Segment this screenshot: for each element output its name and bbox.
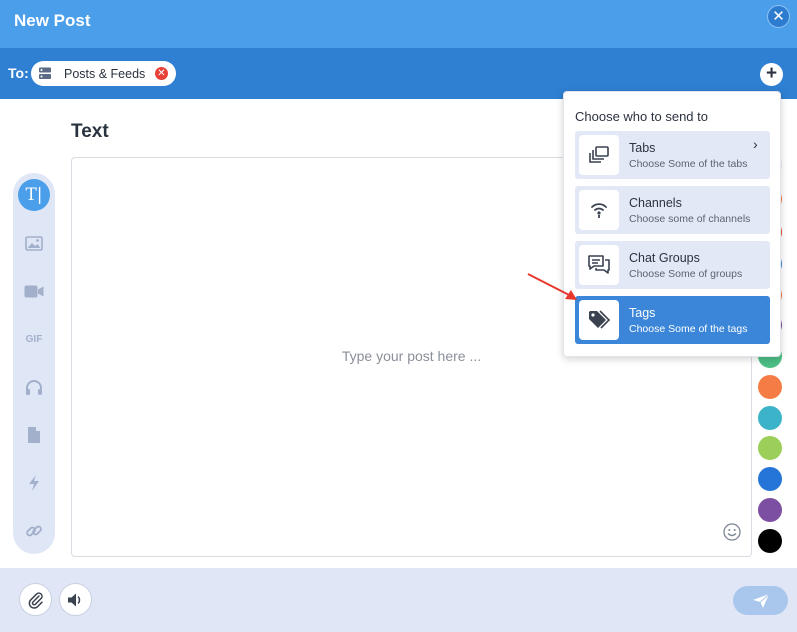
audio-button[interactable] <box>59 583 92 616</box>
server-icon <box>38 67 52 83</box>
plus-icon: + <box>765 63 778 84</box>
tag-icon <box>579 300 619 340</box>
close-button[interactable]: ✕ <box>767 5 790 28</box>
link-tool-button[interactable] <box>18 515 50 547</box>
emoji-button[interactable] <box>723 523 741 546</box>
chevron-right-icon: › <box>753 136 758 152</box>
recipient-chip[interactable]: Posts & Feeds ✕ <box>31 61 176 86</box>
color-swatch[interactable] <box>758 467 782 491</box>
video-camera-icon <box>24 285 44 297</box>
option-label: Channels <box>629 196 682 210</box>
paperclip-icon <box>28 591 43 609</box>
gif-icon: GIF <box>25 333 43 345</box>
send-button[interactable] <box>733 586 788 615</box>
option-channels[interactable]: Channels Choose some of channels <box>575 186 770 234</box>
title-bar: New Post ✕ <box>0 0 797 48</box>
audio-tool-button[interactable] <box>18 371 50 403</box>
speaker-icon <box>67 593 80 606</box>
color-swatch[interactable] <box>758 406 782 430</box>
document-icon <box>28 427 40 443</box>
broadcast-icon <box>579 190 619 230</box>
composer-footer <box>0 568 797 632</box>
video-tool-button[interactable] <box>18 275 50 307</box>
remove-recipient-icon[interactable]: ✕ <box>155 67 168 80</box>
headphones-icon <box>26 379 42 395</box>
recipient-chip-label: Posts & Feeds <box>64 67 146 81</box>
color-swatch[interactable] <box>758 375 782 399</box>
action-tool-button[interactable] <box>18 467 50 499</box>
close-icon: ✕ <box>772 8 785 25</box>
option-label: Tags <box>629 306 656 320</box>
smiley-icon <box>723 523 741 541</box>
dropdown-title: Choose who to send to <box>575 109 708 124</box>
gif-tool-button[interactable]: GIF <box>18 323 50 355</box>
color-swatch[interactable] <box>758 498 782 522</box>
option-chat-groups[interactable]: Chat Groups Choose Some of groups <box>575 241 770 289</box>
to-label: To: <box>8 65 29 81</box>
option-description: Choose Some of groups <box>629 268 743 280</box>
text-icon: T| <box>25 185 43 205</box>
option-tags[interactable]: Tags Choose Some of the tags <box>575 296 770 344</box>
window-title: New Post <box>14 11 91 30</box>
option-description: Choose some of channels <box>629 213 751 225</box>
add-recipient-button[interactable]: + <box>760 63 783 86</box>
option-tabs[interactable]: Tabs Choose Some of the tabs › <box>575 131 770 179</box>
tabs-icon <box>579 135 619 175</box>
color-swatch[interactable] <box>758 529 782 553</box>
color-swatch[interactable] <box>758 436 782 460</box>
image-tool-button[interactable] <box>18 227 50 259</box>
media-toolbar: T| GIF <box>13 173 55 554</box>
option-description: Choose Some of the tags <box>629 323 748 335</box>
option-description: Choose Some of the tabs <box>629 158 748 170</box>
option-label: Tabs <box>629 141 656 155</box>
image-icon <box>25 235 43 251</box>
red-pointer-arrow <box>527 273 577 300</box>
chat-icon <box>579 245 619 285</box>
send-icon <box>752 593 769 608</box>
text-tool-button[interactable]: T| <box>18 179 50 211</box>
file-tool-button[interactable] <box>18 419 50 451</box>
send-to-dropdown: Choose who to send to Tabs Choose Some o… <box>563 91 781 357</box>
post-type-heading: Text <box>71 121 109 142</box>
option-label: Chat Groups <box>629 251 700 265</box>
attach-button[interactable] <box>19 583 52 616</box>
lightning-icon <box>29 475 39 491</box>
link-icon <box>26 525 42 537</box>
